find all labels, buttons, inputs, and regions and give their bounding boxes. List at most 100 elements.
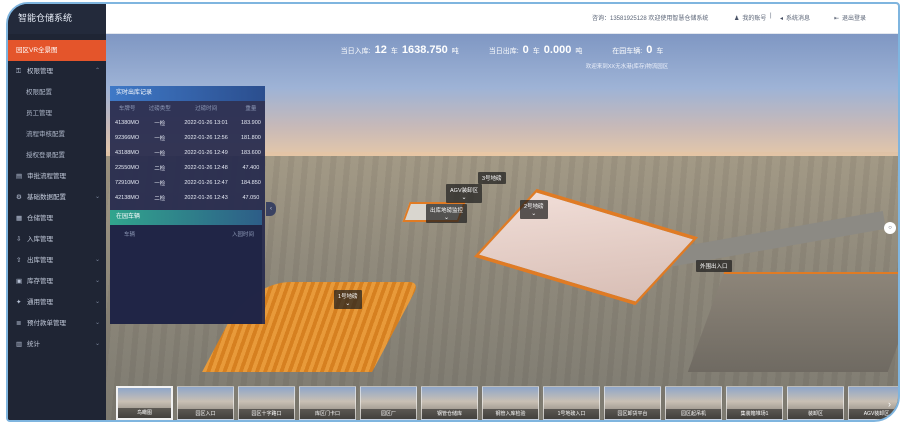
sidebar-item[interactable]: 流程审核配置 [8, 124, 106, 145]
scene-thumbnail[interactable]: 钢管仓储库 [421, 386, 478, 420]
stat-inbound: 当日入库: 12 车 1638.750 吨 [340, 44, 459, 56]
table-cell: 一检 [154, 180, 166, 187]
top-bar: 咨询：13581925128 欢迎使用智慧仓储系统 ♟ 我的账号 | ◂ 系统消息 … [106, 4, 898, 34]
table-cell: 2022-01-26 12:48 [184, 164, 228, 171]
down-arrow-icon: ⌄ [345, 301, 351, 307]
scene-thumbnail[interactable]: 园区入口 [177, 386, 234, 420]
table-cell: 22550MO [115, 164, 140, 171]
down-arrow-icon: ⌄ [443, 215, 450, 221]
scene-thumbnail[interactable]: 库区门卡口 [299, 386, 356, 420]
sidebar: 智能仓储系统 园区VR全景图 ⚿ 权限管理 ⌃ 权限配置员工管理流程审核配置授权登录配置… [8, 4, 106, 420]
table-cell: 二检 [154, 195, 166, 202]
sidebar-item-label: 入库管理 [27, 236, 53, 243]
column-header: 重量 [245, 106, 257, 112]
scene-thumbnail[interactable]: 鸟瞰图 [116, 386, 173, 420]
thumbnail-caption: 园区厂 [361, 409, 416, 419]
system-title: 智能仓储系统 [8, 4, 106, 34]
table-cell: 2022-01-26 12:49 [184, 149, 228, 156]
box-icon: ▣ [16, 278, 23, 285]
hotline-text: 咨询：13581925128 欢迎使用智慧仓储系统 [592, 16, 709, 22]
sidebar-item[interactable]: 员工管理 [8, 103, 106, 124]
messages-link[interactable]: ◂ 系统消息 [780, 13, 810, 22]
scene-thumbnail[interactable]: 装卸区 [787, 386, 844, 420]
table-row[interactable]: 43188MO 一检 2022-01-26 12:49 183.600 [110, 145, 265, 160]
sidebar-item[interactable]: ▥ 统计 ⌄ [8, 334, 106, 355]
chevron-down-icon: ⌄ [94, 320, 100, 326]
sidebar-item-label: 园区VR全景图 [16, 47, 58, 54]
scene-thumbnail[interactable]: 1号地磅入口 [543, 386, 600, 420]
sidebar-item[interactable]: 权限配置 [8, 82, 106, 103]
tool-icon: ✦ [16, 299, 22, 306]
table-cell: 一检 [154, 120, 166, 127]
parked-table-header: 车辆 入园时间 [110, 225, 262, 241]
sidebar-item[interactable]: ▦ 仓储管理 [8, 208, 106, 229]
user-icon: ♟ [734, 16, 740, 22]
table-cell: 2022-01-26 12:56 [184, 134, 228, 141]
main-area: 咨询：13581925128 欢迎使用智慧仓储系统 ♟ 我的账号 | ◂ 系统消息 … [106, 4, 898, 420]
sidebar-item[interactable]: 园区VR全景图 [8, 40, 106, 61]
scene-thumbnail[interactable]: 钢管入库检验 [482, 386, 539, 420]
doc-icon: ▤ [16, 173, 23, 180]
col-vehicle: 车辆 [124, 232, 136, 238]
sidebar-item-label: 权限配置 [26, 89, 52, 96]
sidebar-item[interactable]: 授权登录配置 [8, 145, 106, 166]
collapse-panel-button[interactable]: ‹ [266, 202, 276, 216]
logout-link[interactable]: ⇤ 退出登录 [834, 13, 866, 22]
sidebar-item[interactable]: ⇧ 出库管理 ⌄ [8, 250, 106, 271]
sidebar-item[interactable]: ⚙ 基础数据配置 ⌄ [8, 187, 106, 208]
sidebar-item-label: 库存管理 [27, 278, 53, 285]
vr-panorama[interactable]: 当日入库: 12 车 1638.750 吨 当日出库: 0 车 0.000 吨 在园车辆: 0 车 … [106, 34, 898, 420]
sidebar-item-label: 授权登录配置 [26, 152, 65, 159]
sidebar-item[interactable]: ✦ 通用管理 ⌄ [8, 292, 106, 313]
hotspot-gate3[interactable]: 3号地磅 [478, 172, 506, 184]
table-row[interactable]: 41380MO 一检 2022-01-26 13:01 183.900 [110, 115, 265, 130]
down-arrow-icon: ⌄ [461, 195, 467, 201]
chevron-down-icon: ⌄ [94, 257, 100, 263]
table-row[interactable]: 22550MO 二检 2022-01-26 12:48 47.400 [110, 160, 265, 175]
sidebar-item[interactable]: ≣ 预付款单管理 ⌄ [8, 313, 106, 334]
sidebar-item-label: 预付款单管理 [27, 320, 66, 327]
scene-thumbnail[interactable]: 园区十字路口 [238, 386, 295, 420]
hotspot-agv[interactable]: AGV装卸区 ⌄ [446, 184, 483, 203]
next-scene-icon[interactable]: › [888, 394, 898, 414]
sidebar-item-label: 通用管理 [27, 299, 53, 306]
thumbnail-caption: 园区十字路口 [239, 409, 294, 419]
topbar-separator: | [770, 13, 772, 19]
hotspot-exit-gate[interactable]: 出库地磅监控 ⌄ [426, 204, 468, 223]
table-cell: 92366MO [115, 134, 140, 141]
table-cell: 2022-01-26 13:01 [184, 119, 228, 126]
chart-icon: ▥ [16, 341, 23, 348]
scene-thumbnail[interactable]: 集装箱堆场1 [726, 386, 783, 420]
hotspot-gate1[interactable]: 1号地磅 ⌄ [334, 290, 362, 309]
chevron-down-icon: ⌄ [94, 194, 100, 200]
sidebar-item[interactable]: ⚿ 权限管理 ⌃ [8, 61, 106, 82]
table-row[interactable]: 92366MO 一检 2022-01-26 12:56 181.800 [110, 130, 265, 145]
daily-stats: 当日入库: 12 车 1638.750 吨 当日出库: 0 车 0.000 吨 在园车辆: 0 车 [106, 44, 898, 56]
parked-vehicles-panel: 在园车辆 车辆 入园时间 [110, 210, 262, 324]
table-cell: 43188MO [115, 149, 140, 156]
table-row[interactable]: 72910MO 一检 2022-01-26 12:47 184.850 [110, 175, 265, 190]
table-row[interactable]: 42138MO 二检 2022-01-26 12:43 47.050 [110, 190, 265, 205]
table-cell: 184.850 [240, 179, 261, 186]
thumbnail-caption: 1号地磅入口 [544, 409, 599, 419]
scene-thumbnail[interactable]: 园区起吊机 [665, 386, 722, 420]
sidebar-item[interactable]: ▣ 库存管理 ⌄ [8, 271, 106, 292]
sidebar-item[interactable]: ▤ 审批流程管理 [8, 166, 106, 187]
sidebar-item[interactable]: ⇩ 入库管理 [8, 229, 106, 250]
scene-thumbnail[interactable]: 园区卸货平台 [604, 386, 661, 420]
hotspot-gate2[interactable]: 2号地磅 ⌄ [520, 200, 548, 219]
speaker-icon: ◂ [780, 16, 784, 22]
table-cell: 2022-01-26 12:47 [184, 179, 228, 186]
sidebar-item-label: 基础数据配置 [27, 194, 66, 201]
thumbnail-caption: 钢管仓储库 [422, 409, 477, 419]
sidebar-item-label: 员工管理 [26, 110, 52, 117]
thumbnail-caption: 装卸区 [788, 409, 843, 419]
sidebar-item-label: 权限管理 [27, 68, 53, 75]
account-link[interactable]: ♟ 我的账号 [734, 13, 766, 22]
down-arrow-icon: ⌄ [531, 211, 537, 217]
table-cell: 一检 [154, 135, 166, 142]
scene-thumbnail[interactable]: 园区厂 [360, 386, 417, 420]
hotspot-outer-gate[interactable]: 外围出入口 [696, 260, 732, 272]
chat-bubble-icon[interactable]: ○ [884, 222, 896, 234]
table-cell: 42138MO [115, 194, 140, 201]
